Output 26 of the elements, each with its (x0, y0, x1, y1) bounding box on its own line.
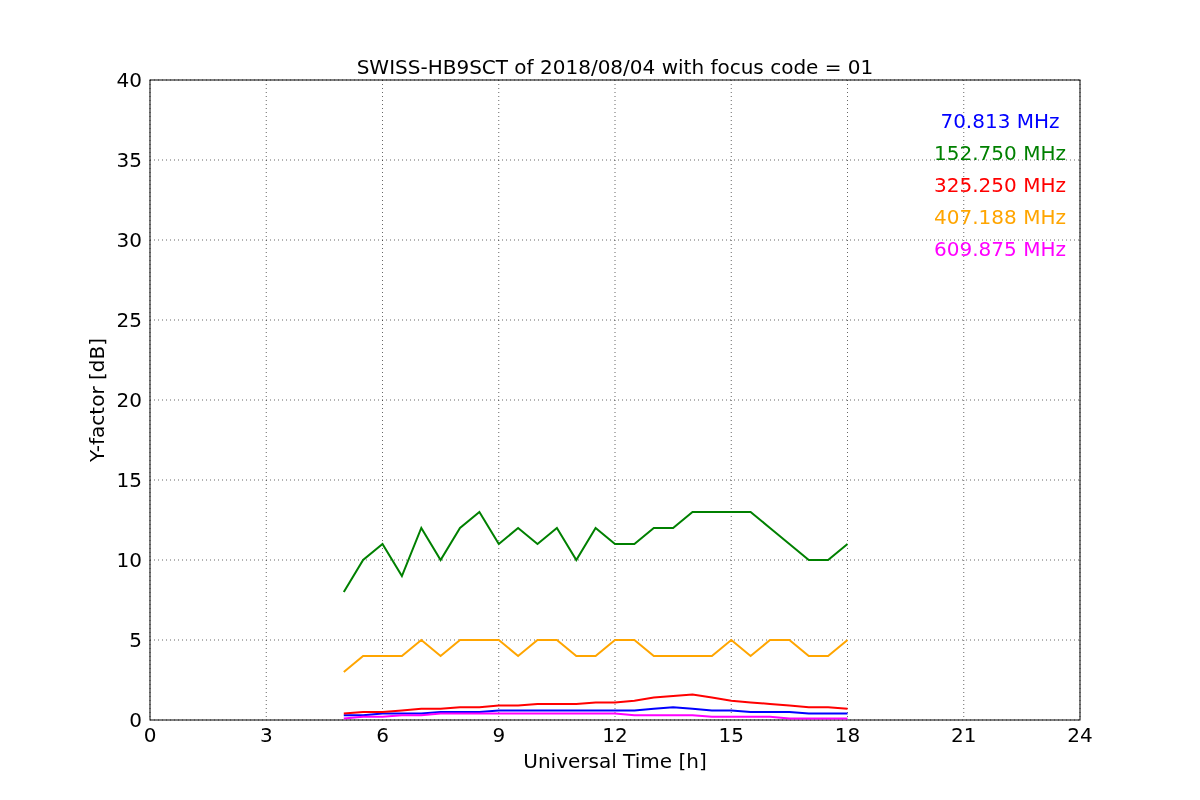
y-axis-label: Y-factor [dB] (85, 338, 109, 462)
tick-label: 35 (116, 148, 142, 172)
tick-label: 40 (116, 68, 142, 92)
tick-label: 6 (376, 723, 389, 747)
tick-label: 24 (1067, 723, 1093, 747)
tick-label: 5 (129, 628, 142, 652)
legend-label: 70.813 MHz (940, 109, 1060, 133)
tick-label: 15 (116, 468, 142, 492)
chart-title: SWISS-HB9SCT of 2018/08/04 with focus code = 01 (356, 55, 874, 79)
legend-label: 325.250 MHz (934, 173, 1066, 197)
tick-label: 0 (143, 723, 157, 747)
tick-label: 0 (129, 708, 142, 732)
tick-label: 21 (951, 723, 977, 747)
tick-label: 15 (718, 723, 744, 747)
tick-label: 10 (116, 548, 142, 572)
legend-label: 609.875 MHz (934, 237, 1066, 261)
legend-label: 152.750 MHz (934, 141, 1066, 165)
legend-label: 407.188 MHz (934, 205, 1066, 229)
tick-label: 9 (492, 723, 506, 747)
tick-label: 18 (834, 723, 861, 747)
tick-label: 20 (116, 388, 142, 412)
tick-label: 30 (116, 228, 142, 252)
tick-label: 25 (116, 308, 142, 332)
x-axis-label: Universal Time [h] (523, 749, 707, 773)
tick-label: 12 (602, 723, 628, 747)
tick-label: 3 (259, 723, 273, 747)
